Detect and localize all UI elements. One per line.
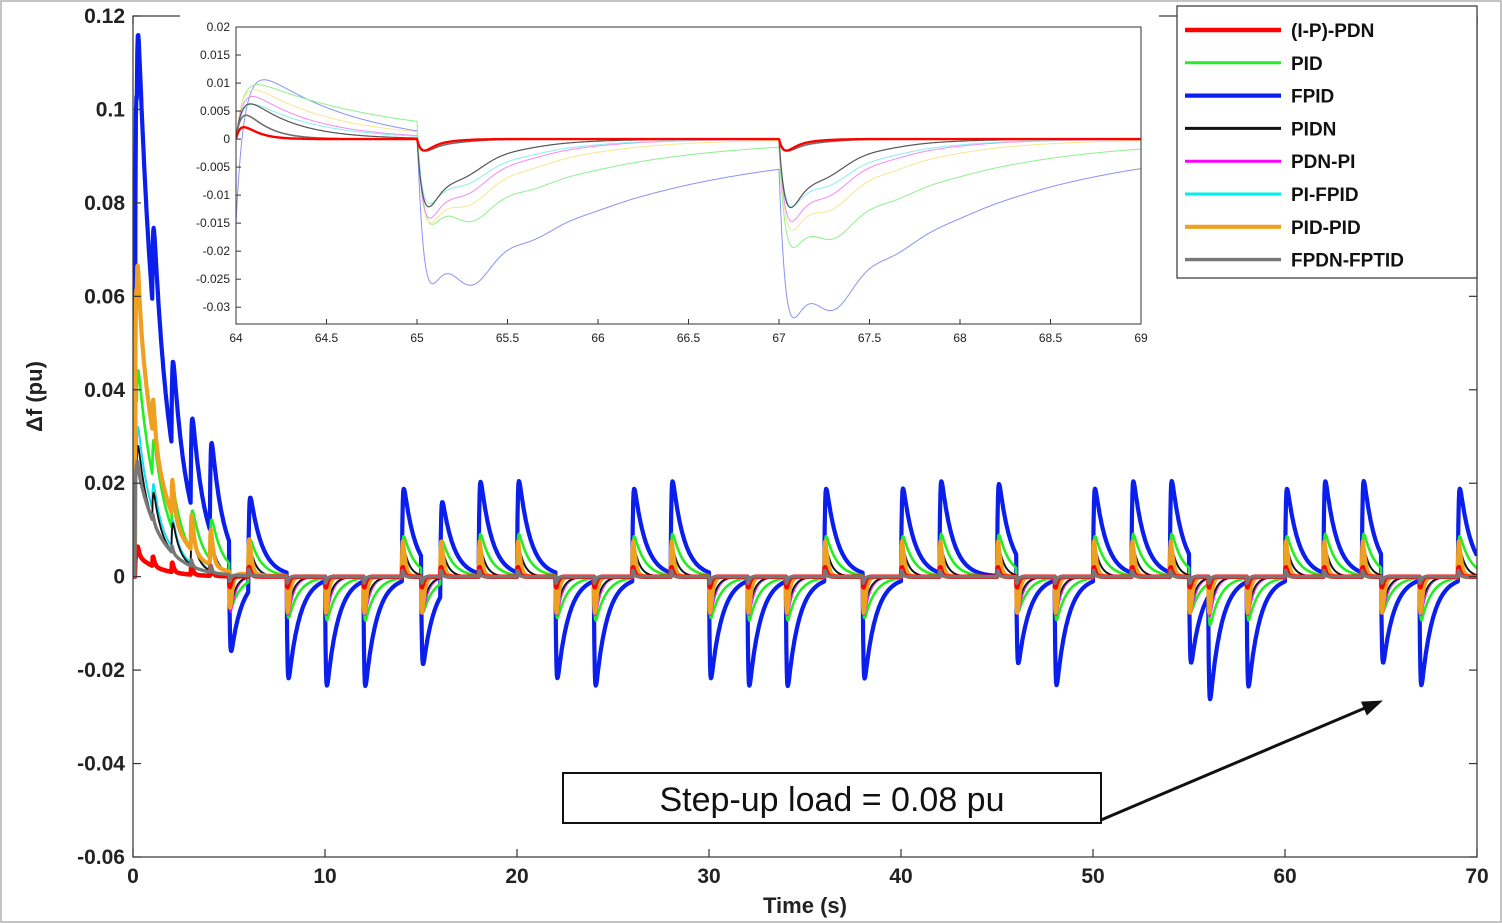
inset-x-tick-label: 68.5: [1039, 331, 1063, 345]
inset-x-tick-label: 69: [1134, 331, 1148, 345]
main-y-tick-label: 0.12: [84, 5, 125, 28]
annotation-text: Step-up load = 0.08 pu: [660, 781, 1005, 819]
main-x-tick-label: 50: [1081, 865, 1104, 888]
main-y-tick-label: 0.04: [84, 379, 125, 402]
main-x-tick-label: 0: [127, 865, 139, 888]
inset-x-tick-label: 66: [591, 331, 605, 345]
inset-x-tick-label: 64.5: [315, 331, 339, 345]
inset-x-tick-label: 67.5: [858, 331, 882, 345]
x-axis-label: Time (s): [763, 893, 847, 918]
chart-canvas: 0 10 20 30 40 50 60 70 -0.06 -0.04 -0.02 0 0.02 0.04 0…: [0, 0, 1502, 923]
inset-x-tick-label: 67: [772, 331, 786, 345]
inset-plot: 64 64.5 65 65.5 66 66.5 67 67.5 68 68.5 69 -0.03 -0.…: [180, 9, 1159, 356]
main-x-tick-label: 20: [505, 865, 528, 888]
inset-y-tick-label: 0.005: [200, 104, 230, 118]
main-x-tick-label: 40: [889, 865, 912, 888]
legend-entry-label: FPDN-FPTID: [1291, 251, 1404, 272]
main-x-tick-label: 60: [1273, 865, 1296, 888]
inset-x-tick-label: 66.5: [677, 331, 701, 345]
inset-y-tick-label: -0.015: [196, 216, 230, 230]
legend-entry-label: PIDN: [1291, 119, 1336, 140]
inset-y-tick-label: 0.02: [207, 20, 231, 34]
main-x-tick-label: 30: [697, 865, 720, 888]
legend: (I-P)-PDN PID FPID PIDN PDN-PI PI-FPID PID-PID…: [1176, 5, 1478, 279]
main-y-tick-label: -0.04: [77, 753, 125, 776]
inset-x-tick-label: 65.5: [496, 331, 520, 345]
inset-y-tick-label: -0.02: [203, 244, 231, 258]
inset-y-tick-label: -0.01: [203, 188, 231, 202]
inset-y-tick-label: 0: [223, 132, 230, 146]
legend-entry-label: PDN-PI: [1291, 152, 1355, 173]
inset-x-tick-label: 65: [410, 331, 424, 345]
legend-entry-label: PID-PID: [1291, 218, 1361, 239]
inset-y-tick-label: -0.03: [203, 300, 231, 314]
y-axis-label: Δf (pu): [22, 361, 47, 432]
main-y-tick-label: 0.06: [84, 285, 125, 308]
main-x-tick-label: 10: [313, 865, 336, 888]
main-y-tick-label: 0.08: [84, 192, 125, 215]
main-y-tick-label: -0.02: [77, 659, 125, 682]
main-y-tick-label: 0.1: [96, 98, 126, 121]
inset-y-tick-label: 0.01: [207, 76, 231, 90]
legend-entry-label: PID: [1291, 54, 1323, 75]
legend-entry-label: (I-P)-PDN: [1291, 21, 1374, 42]
inset-y-tick-label: 0.015: [200, 48, 230, 62]
inset-x-tick-label: 64: [229, 331, 243, 345]
legend-entry-label: FPID: [1291, 87, 1334, 108]
legend-entry-label: PI-FPID: [1291, 185, 1359, 206]
inset-y-tick-label: -0.025: [196, 272, 230, 286]
inset-x-tick-label: 68: [953, 331, 967, 345]
main-y-tick-label: -0.06: [77, 846, 125, 869]
inset-plot-area: [236, 27, 1141, 324]
main-y-tick-label: 0: [113, 566, 125, 589]
main-x-tick-label: 70: [1465, 865, 1488, 888]
main-y-tick-label: 0.02: [84, 472, 125, 495]
inset-y-tick-label: -0.005: [196, 160, 230, 174]
